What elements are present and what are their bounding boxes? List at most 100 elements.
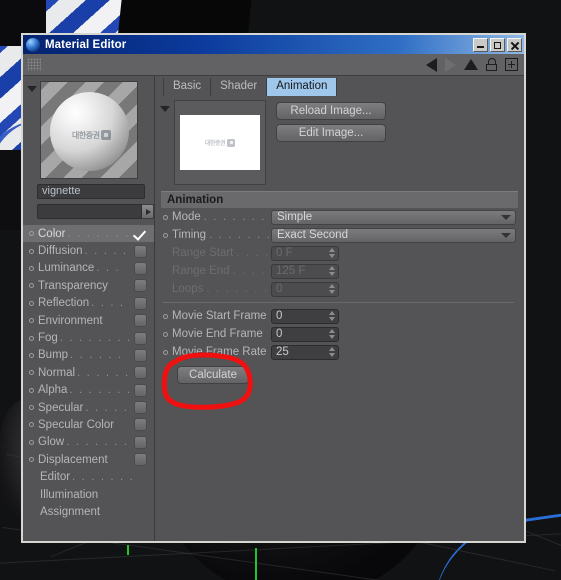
channel-row-luminance[interactable]: Luminance. . . [23,260,154,277]
mode-dropdown[interactable]: Simple [271,209,516,225]
forward-arrow-icon[interactable] [445,57,456,72]
material-link-row[interactable] [37,204,154,219]
unlock-icon[interactable] [486,58,497,71]
channel-row-specular-color[interactable]: Specular Color [23,416,154,433]
channel-checkbox[interactable] [134,296,147,310]
movie-frame-rate-stepper[interactable]: 25 [271,344,339,360]
close-icon[interactable] [507,37,522,52]
prop-labelcell: Movie Frame Rate [163,346,271,358]
maximize-icon[interactable] [490,37,505,52]
channel-checkbox[interactable] [134,261,147,275]
channel-row-glow[interactable]: Glow. . . . . . . [23,434,154,451]
channel-bullet-icon [29,352,34,358]
channel-row-color[interactable]: Color. . . . . . . . [23,225,154,243]
channel-list: Color. . . . . . . .Diffusion. . . . .Lu… [23,225,154,468]
channel-row-illumination[interactable]: Illumination [23,486,154,503]
channel-row-assignment[interactable]: Assignment [23,503,154,520]
prop-label: Movie Frame Rate [172,346,267,358]
material-editor-window[interactable]: Material Editor 대한증권 vignette Color . . … [21,33,526,543]
timing-dropdown[interactable]: Exact Second [271,227,516,243]
stepper-arrows-icon[interactable] [329,248,335,258]
channel-row-diffusion[interactable]: Diffusion. . . . . [23,242,154,259]
channel-checkbox[interactable] [134,227,147,240]
edit-image-button[interactable]: Edit Image... [276,124,386,142]
sphere-icon [26,37,40,52]
material-preview-row: 대한증권 [23,81,154,179]
channel-bullet-icon [29,387,34,393]
up-arrow-icon[interactable] [464,59,478,70]
tab-basic[interactable]: Basic [163,78,210,96]
channel-row-editor[interactable]: Editor. . . . . . . [23,468,154,485]
calculate-button[interactable]: Calculate [177,366,249,384]
channel-bullet-icon [29,231,34,237]
channel-row-normal[interactable]: Normal. . . . . . [23,364,154,381]
prop-dots: . . . . . . . . . [206,283,271,295]
range-end-stepper[interactable]: 125 F [271,263,339,279]
prop-label: Loops [172,283,204,295]
channel-checkbox[interactable] [134,348,147,362]
link-arrow-icon[interactable] [142,204,154,219]
material-link-input[interactable] [37,204,142,219]
texture-preview-frame[interactable]: 대한증권 [174,100,266,185]
window-title: Material Editor [45,38,127,51]
channel-checkbox[interactable] [134,453,147,467]
chevron-down-icon[interactable] [27,86,37,92]
channel-bullet-icon [29,439,34,445]
window-toolbar[interactable] [23,54,524,76]
image-action-buttons[interactable]: Reload Image... Edit Image... [276,100,386,185]
channel-label: Luminance [38,262,95,275]
stepper-arrows-icon[interactable] [329,311,335,321]
texture-thumbnail: 대한증권 [180,115,260,170]
material-preview[interactable]: 대한증권 [40,81,138,179]
channel-checkbox[interactable] [134,244,147,258]
channel-row-environment[interactable]: Environment [23,312,154,329]
grip-handle-icon[interactable] [27,58,41,71]
tab-bar[interactable]: Basic Shader Animation [155,76,524,96]
channel-row-reflection[interactable]: Reflection. . . . [23,295,154,312]
stepper-arrows-icon[interactable] [329,266,335,276]
channel-row-displacement[interactable]: Displacement [23,451,154,468]
prop-labelcell: Mode. . . . . . . . . [163,211,271,223]
stepper-arrows-icon[interactable] [329,284,335,294]
stepper-arrows-icon[interactable] [329,329,335,339]
prop-labelcell: Loops. . . . . . . . . [163,283,271,295]
prop-label: Movie Start Frame [172,310,267,322]
stepper-arrows-icon[interactable] [329,347,335,357]
channel-checkbox[interactable] [134,314,147,328]
range-start-stepper[interactable]: 0 F [271,245,339,261]
movie-end-frame-value: 0 [276,328,283,340]
channel-label: Color [38,227,66,240]
back-arrow-icon[interactable] [426,57,437,72]
channel-checkbox[interactable] [134,279,147,293]
channel-label: Reflection [38,297,90,310]
add-box-icon[interactable] [505,58,518,71]
channel-checkbox[interactable] [134,401,147,415]
window-controls[interactable] [473,37,522,52]
chevron-down-icon[interactable] [160,106,170,112]
window-titlebar[interactable]: Material Editor [23,35,524,54]
channel-checkbox[interactable] [134,418,147,432]
thumbnail-logo: 대한증권 [205,138,236,147]
prop-dots: . . . . . . . . . [203,211,271,223]
channel-checkbox[interactable] [134,331,147,345]
reload-image-button[interactable]: Reload Image... [276,102,386,120]
channel-checkbox[interactable] [134,366,147,380]
channel-checkbox[interactable] [134,435,147,449]
movie-end-frame-stepper[interactable]: 0 [271,326,339,342]
channel-row-fog[interactable]: Fog. . . . . . . . [23,329,154,346]
channel-row-bump[interactable]: Bump. . . . . . [23,347,154,364]
toolbar-icon-group[interactable] [426,57,518,72]
animation-movie-rows: Movie Start Frame 0 Movie End Frame 0 Movie … [155,307,524,361]
tab-shader[interactable]: Shader [210,78,266,96]
loops-stepper[interactable]: 0 [271,281,339,297]
channel-row-alpha[interactable]: Alpha. . . . . . . [23,382,154,399]
material-name-input[interactable]: vignette [37,184,145,199]
minimize-icon[interactable] [473,37,488,52]
tab-animation[interactable]: Animation [266,78,338,96]
channel-row-transparency[interactable]: Transparency [23,277,154,294]
channel-checkbox[interactable] [134,383,147,397]
channel-bullet-icon [29,248,34,254]
movie-start-frame-stepper[interactable]: 0 [271,308,339,324]
channel-dots: . . . . . [85,401,129,414]
channel-row-specular[interactable]: Specular. . . . . [23,399,154,416]
